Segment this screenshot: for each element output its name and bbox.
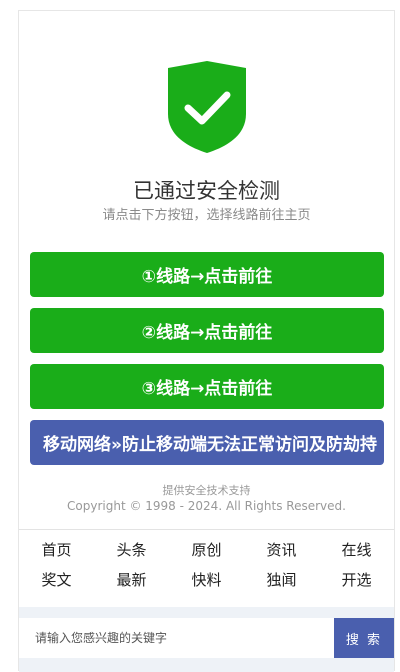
search-bar: 搜 索 <box>19 618 394 658</box>
bottom-nav: 首页 头条 原创 资讯 在线 奖文 最新 快料 独闻 开选 <box>19 539 394 591</box>
search-button[interactable]: 搜 索 <box>334 618 394 658</box>
nav-link-original[interactable]: 原创 <box>169 539 244 561</box>
search-input[interactable] <box>19 618 334 658</box>
support-text: 提供安全技术支持 <box>162 484 251 497</box>
nav-link-home[interactable]: 首页 <box>19 539 94 561</box>
nav-link-quick[interactable]: 快料 <box>169 569 244 591</box>
page-container: 已通过安全检测 请点击下方按钮，选择线路前往主页 ①线路→点击前往 ②线路→点击… <box>18 10 395 672</box>
page-title: 已通过安全检测 <box>133 179 280 203</box>
nav-link-latest[interactable]: 最新 <box>94 569 169 591</box>
route-2-button[interactable]: ②线路→点击前往 <box>30 308 384 353</box>
page-subtitle: 请点击下方按钮，选择线路前往主页 <box>102 208 311 223</box>
mobile-network-button[interactable]: 移动网络»防止移动端无法正常访问及防劫持 <box>30 420 384 465</box>
divider <box>19 529 394 530</box>
nav-link-awards[interactable]: 奖文 <box>19 569 94 591</box>
nav-link-online[interactable]: 在线 <box>319 539 394 561</box>
route-1-button[interactable]: ①线路→点击前往 <box>30 252 384 297</box>
nav-link-selection[interactable]: 开选 <box>319 569 394 591</box>
nav-link-news[interactable]: 资讯 <box>244 539 319 561</box>
shield-check-icon <box>168 61 246 153</box>
nav-link-exclusive[interactable]: 独闻 <box>244 569 319 591</box>
copyright-text: Copyright © 1998 - 2024. All Rights Rese… <box>67 499 346 513</box>
nav-link-headlines[interactable]: 头条 <box>94 539 169 561</box>
route-3-button[interactable]: ③线路→点击前往 <box>30 364 384 409</box>
